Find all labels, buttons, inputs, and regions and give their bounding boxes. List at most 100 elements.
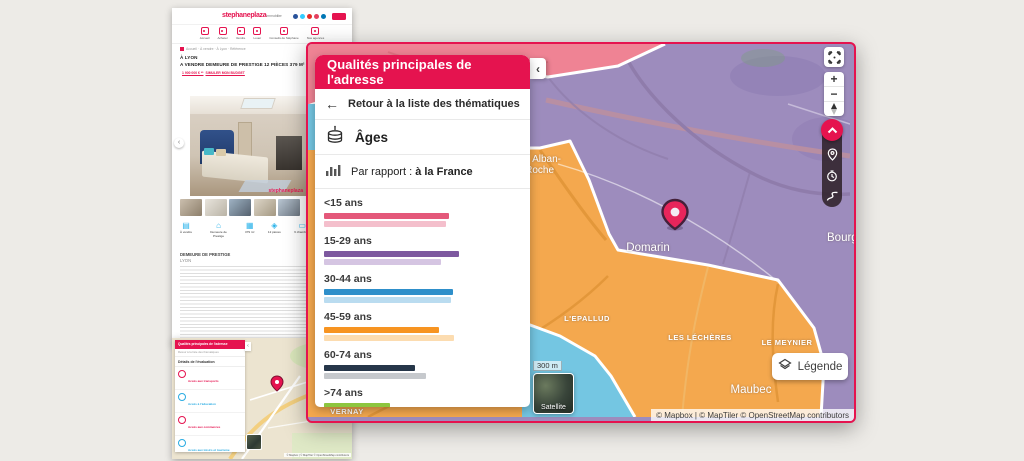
- nav-icon: [236, 27, 245, 35]
- bar-chart-icon: [325, 163, 341, 180]
- compass-icon: [831, 103, 837, 115]
- site-logo[interactable]: stephaneplazaimmobilier: [222, 12, 282, 19]
- age-bar-france: [324, 259, 442, 265]
- photo-pillow: [204, 148, 214, 155]
- sofa-icon: ▤: [182, 221, 190, 230]
- nav-item-label: Nos agences: [306, 36, 325, 40]
- nav-item[interactable]: Louer: [253, 27, 262, 40]
- mini-evaluation-item[interactable]: Accès aux transports: [175, 367, 245, 391]
- photo-tv-cabinet: [276, 136, 302, 170]
- social-icons[interactable]: [293, 14, 326, 19]
- feature-item: ▦ 379 m²: [245, 222, 254, 238]
- age-bar-france: [324, 221, 446, 227]
- mini-panel-back[interactable]: Retour à la liste des thématiques: [175, 349, 245, 358]
- zoom-out-button[interactable]: −: [824, 86, 844, 101]
- carousel-prev-button[interactable]: ‹: [174, 138, 184, 148]
- age-bar-address: [324, 403, 390, 407]
- age-bar-group: 45-59 ans: [324, 311, 521, 341]
- age-bar-address: [324, 365, 415, 371]
- category-icon: [178, 370, 186, 379]
- social-icon[interactable]: [314, 14, 319, 19]
- breadcrumb-marker: [180, 47, 184, 51]
- age-bars: <15 ans 15-29 ans 30-44 ans 45-59 ans 60-74 …: [315, 189, 530, 407]
- category-icon: [178, 393, 186, 402]
- compass-button[interactable]: [824, 101, 844, 116]
- mini-evaluation-item[interactable]: Accès à l'éducation: [175, 390, 245, 414]
- site-header: stephaneplazaimmobilier: [172, 8, 352, 25]
- mini-evaluation-item[interactable]: Accès aux loisirs et tourisme: [175, 436, 245, 452]
- fullscreen-button[interactable]: [824, 47, 844, 67]
- listing-photo[interactable]: stephaneplaza: [190, 96, 306, 196]
- history-clock-icon[interactable]: [822, 169, 842, 187]
- compare-row[interactable]: Par rapport : à la France: [315, 155, 530, 189]
- mini-satellite-toggle[interactable]: [246, 434, 262, 450]
- mini-evaluation-item[interactable]: Accès aux commerces: [175, 413, 245, 437]
- category-label: Accès aux loisirs et tourisme: [188, 448, 230, 452]
- route-icon[interactable]: [822, 189, 842, 207]
- chevron-up-icon: [827, 126, 837, 133]
- photo-watermark: stephaneplaza: [268, 188, 303, 194]
- compare-value: à la France: [415, 165, 473, 178]
- age-bar-label: 45-59 ans: [324, 311, 372, 323]
- feature-item: ◈ 12 pièces: [268, 222, 281, 238]
- budget-link[interactable]: SIMULER MON BUDGET: [206, 71, 245, 75]
- age-bar-address: [324, 251, 459, 257]
- age-bar-group: 15-29 ans: [324, 235, 521, 265]
- nav-icon: [253, 27, 262, 35]
- nav-item[interactable]: Conseils de Stéphane: [269, 27, 299, 40]
- photo-pillow: [216, 149, 226, 156]
- age-bar-label: 60-74 ans: [324, 349, 372, 361]
- nav-item-label: Accueil: [199, 36, 210, 40]
- marker-tool-icon[interactable]: [822, 148, 842, 166]
- thumbnail[interactable]: [180, 199, 202, 216]
- social-icon[interactable]: [307, 14, 312, 19]
- thumbnail[interactable]: [204, 199, 227, 216]
- mini-collapse-button[interactable]: ‹: [245, 342, 251, 351]
- age-bar-address: [324, 327, 440, 333]
- zoom-in-button[interactable]: +: [824, 72, 844, 86]
- mini-panel: Qualités principales de l'adresse Retour…: [175, 340, 245, 452]
- listing-features: ▤ À vendre ⌂ Demeure de Prestige ▦ 379 m² ◈ 12 …: [180, 222, 310, 238]
- panel-collapse-button[interactable]: ‹: [530, 58, 546, 79]
- fullscreen-icon: [827, 50, 841, 64]
- map-scale: 300 m: [533, 361, 562, 371]
- satellite-toggle[interactable]: Satellite: [533, 373, 574, 414]
- panel-header: Qualités principales de l'adresse: [315, 55, 530, 89]
- mini-panel-section: Détails de l'évaluation: [175, 357, 245, 368]
- address-qualities-modal: Alban-RocheDomarinBourgoinL'EPALLUDLES L…: [306, 42, 856, 423]
- listing-detail-heading: DEMEURE DE PRESTIGE LYON: [180, 252, 231, 264]
- back-to-themes-button[interactable]: ← Retour à la liste des thématiques: [315, 89, 530, 120]
- layers-icon: [777, 358, 792, 375]
- photo-door: [238, 122, 252, 158]
- nav-item[interactable]: Nos agences: [306, 27, 325, 40]
- tools-collapse-button[interactable]: [821, 119, 843, 141]
- nav-item[interactable]: Acheter: [217, 27, 228, 40]
- nav-item-label: Conseils de Stéphane: [269, 36, 299, 40]
- photo-bed: [202, 150, 268, 184]
- photo-skylight: [240, 98, 276, 109]
- photo-thumbnails[interactable]: [180, 199, 300, 216]
- age-bar-group: 30-44 ans: [324, 273, 521, 303]
- age-bar-label: >74 ans: [324, 387, 363, 399]
- bed-icon: ▭: [298, 221, 306, 230]
- category-label: Accès aux commerces: [188, 425, 221, 430]
- nav-item[interactable]: Accueil: [199, 27, 210, 40]
- map-attribution[interactable]: © Mapbox | © MapTiler © OpenStreetMap co…: [651, 409, 854, 421]
- qualities-panel: Qualités principales de l'adresse ← Reto…: [315, 55, 530, 407]
- thumbnail[interactable]: [253, 199, 276, 216]
- zoom-controls: + −: [824, 72, 844, 116]
- age-bar-address: [324, 289, 454, 295]
- header-cta-button[interactable]: [332, 13, 346, 20]
- social-icon[interactable]: [293, 14, 298, 19]
- back-arrow-icon: ←: [325, 96, 339, 112]
- nav-item-label: Louer: [253, 36, 262, 40]
- category-label: Accès à l'éducation: [188, 402, 216, 407]
- nav-item[interactable]: Vendre: [236, 27, 245, 40]
- thumbnail[interactable]: [278, 199, 300, 216]
- social-icon[interactable]: [321, 14, 326, 19]
- area-icon: ▦: [245, 221, 254, 230]
- thumbnail[interactable]: [229, 199, 251, 216]
- legend-button[interactable]: Légende: [772, 353, 848, 380]
- rooms-icon: ◈: [271, 221, 278, 230]
- social-icon[interactable]: [300, 14, 305, 19]
